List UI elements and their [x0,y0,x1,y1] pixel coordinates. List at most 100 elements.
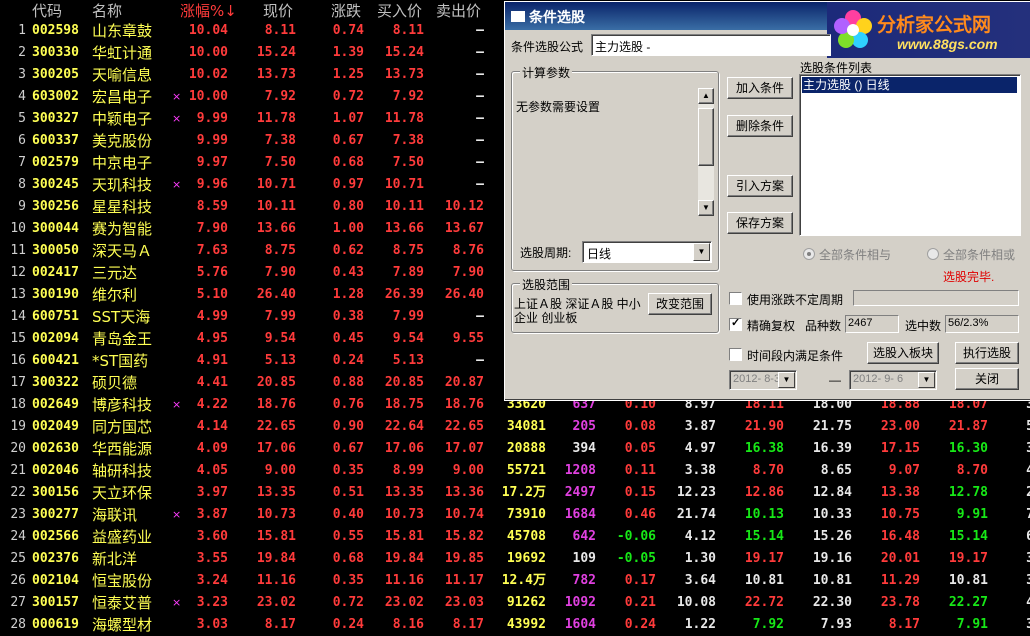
date-from-field[interactable]: 2012- 8-30 ▼ [729,370,797,390]
params-scrollbar[interactable]: ▲ ▼ [698,88,714,216]
time-range-checkbox[interactable] [729,348,742,361]
radio-and[interactable] [803,248,815,260]
high-price: 16.48 [880,529,920,544]
bid-price: 26.39 [384,287,424,302]
header-change-pct[interactable]: 涨幅%↓ [180,0,237,20]
bid-price: 9.54 [392,331,424,346]
formula-select[interactable]: 主力选股 - [591,34,831,56]
header-bid[interactable]: 买入价 [377,0,422,20]
bid-price: 18.75 [384,397,424,412]
chevron-down-icon[interactable]: ▼ [693,243,710,261]
add-condition-button[interactable]: 加入条件 [727,77,793,99]
prev-close: 16.39 [812,441,852,456]
stock-name: 赛为智能 [92,220,153,238]
high-price: 17.15 [880,441,920,456]
table-row[interactable]: 27 300157 恒泰艾普 × 3.23 23.02 0.72 23.02 23.03 9126… [0,592,1030,614]
row-index: 22 [10,485,26,500]
header-code[interactable]: 代码 [32,0,62,20]
date-to-field[interactable]: 2012- 9- 6 ▼ [849,370,937,390]
change: 1.28 [332,287,364,302]
open-price: 10.13 [744,507,784,522]
run-select-button[interactable]: 执行选股 [955,342,1019,364]
change-pct: 10.00 [188,45,228,60]
stock-name: 华虹计通 [92,44,153,62]
stock-code: 300277 [32,507,79,522]
change-range-button[interactable]: 改变范围 [648,293,712,315]
to-block-button[interactable]: 选股入板块 [867,342,939,364]
change-pct: 9.96 [196,177,228,192]
site-logo: 分析家公式网 www.88gs.com [827,2,1030,58]
prev-close: 8.65 [820,463,852,478]
header-name[interactable]: 名称 [92,0,122,20]
row-index: 25 [10,551,26,566]
ask-price: 10.74 [444,507,484,522]
selected-count-value: 56/2.3% [948,317,989,329]
open-price: 21.90 [744,419,784,434]
exact-rights-checkbox[interactable]: ✓ [729,317,742,331]
price: 11.78 [256,111,296,126]
import-scheme-button[interactable]: 引入方案 [727,175,793,197]
stock-code: 300044 [32,221,79,236]
table-row[interactable]: 23 300277 海联讯 × 3.87 10.73 0.40 10.73 10.74 73910… [0,504,1030,526]
header-price[interactable]: 现价 [263,0,293,20]
price: 10.11 [256,199,296,214]
speed: 0.24 [624,617,656,632]
change-pct: 3.60 [196,529,228,544]
ask-price: — [476,309,484,324]
change-pct: 3.87 [196,507,228,522]
current-volume: 205 [572,419,596,434]
volume: 12.4万 [501,573,546,588]
stock-name: 轴研科技 [92,462,153,480]
range-group: 选股范围 上证Ａ股 深证Ａ股 中小企业 创业板 改变范围 [511,276,719,333]
volume: 17.2万 [501,485,546,500]
price: 10.71 [256,177,296,192]
row-index: 4 [18,89,26,104]
condition-list[interactable]: 主力选股 () 日线 [799,74,1021,236]
formula-label: 条件选股公式 [511,40,584,54]
ask-price: 17.07 [444,441,484,456]
params-group-title: 计算参数 [520,64,573,81]
scroll-up-icon[interactable]: ▲ [698,88,714,104]
turnover: 3.38 [684,463,716,478]
radio-or-label: 全部条件相或 [943,248,1016,262]
row-index: 28 [10,617,26,632]
ask-price: 26.40 [444,287,484,302]
chevron-down-icon[interactable]: ▼ [778,372,795,388]
period-select[interactable]: 日线 ▼ [582,241,712,263]
bid-price: 23.02 [384,595,424,610]
row-index: 17 [10,375,26,390]
status-text: 选股完毕. [943,270,995,284]
stock-name: 星星科技 [92,198,153,216]
price: 7.38 [264,133,296,148]
change: 0.62 [332,243,364,258]
change-pct: 4.22 [196,397,228,412]
table-row[interactable]: 25 002376 新北洋 3.55 19.84 0.68 19.84 19.85 19692 1… [0,548,1030,570]
table-row[interactable]: 21 002046 轴研科技 4.05 9.00 0.35 8.99 9.00 55721 120… [0,460,1030,482]
speed: 0.05 [624,441,656,456]
table-row[interactable]: 19 002049 同方国芯 4.14 22.65 0.90 22.64 22.65 34081… [0,416,1030,438]
window-icon [511,11,525,22]
save-scheme-button[interactable]: 保存方案 [727,212,793,234]
change: 1.07 [332,111,364,126]
header-ask[interactable]: 卖出价 [436,0,481,20]
low-price: 8.70 [956,463,988,478]
radio-or[interactable] [927,248,939,260]
delete-condition-button[interactable]: 删除条件 [727,115,793,137]
condition-list-item[interactable]: 主力选股 () 日线 [802,77,1017,93]
scroll-thumb[interactable] [698,108,714,166]
table-row[interactable]: 22 300156 天立环保 3.97 13.35 0.51 13.35 13.36 17.2万… [0,482,1030,504]
chevron-down-icon[interactable]: ▼ [918,372,935,388]
header-change[interactable]: 涨跌 [331,0,361,20]
price: 18.76 [256,397,296,412]
open-price: 12.86 [744,485,784,500]
bid-price: 15.81 [384,529,424,544]
current-volume: 394 [572,441,596,456]
table-row[interactable]: 26 002104 恒宝股份 3.24 11.16 0.35 11.16 11.17 12.4万… [0,570,1030,592]
table-row[interactable]: 24 002566 益盛药业 3.60 15.81 0.55 15.81 15.82 45708… [0,526,1030,548]
close-button[interactable]: 关闭 [955,368,1019,390]
ask-price: — [476,133,484,148]
stock-code: 603002 [32,89,79,104]
scroll-down-icon[interactable]: ▼ [698,200,714,216]
unfixed-period-checkbox[interactable] [729,292,742,305]
table-row[interactable]: 20 002630 华西能源 4.09 17.06 0.67 17.06 17.07 20888… [0,438,1030,460]
